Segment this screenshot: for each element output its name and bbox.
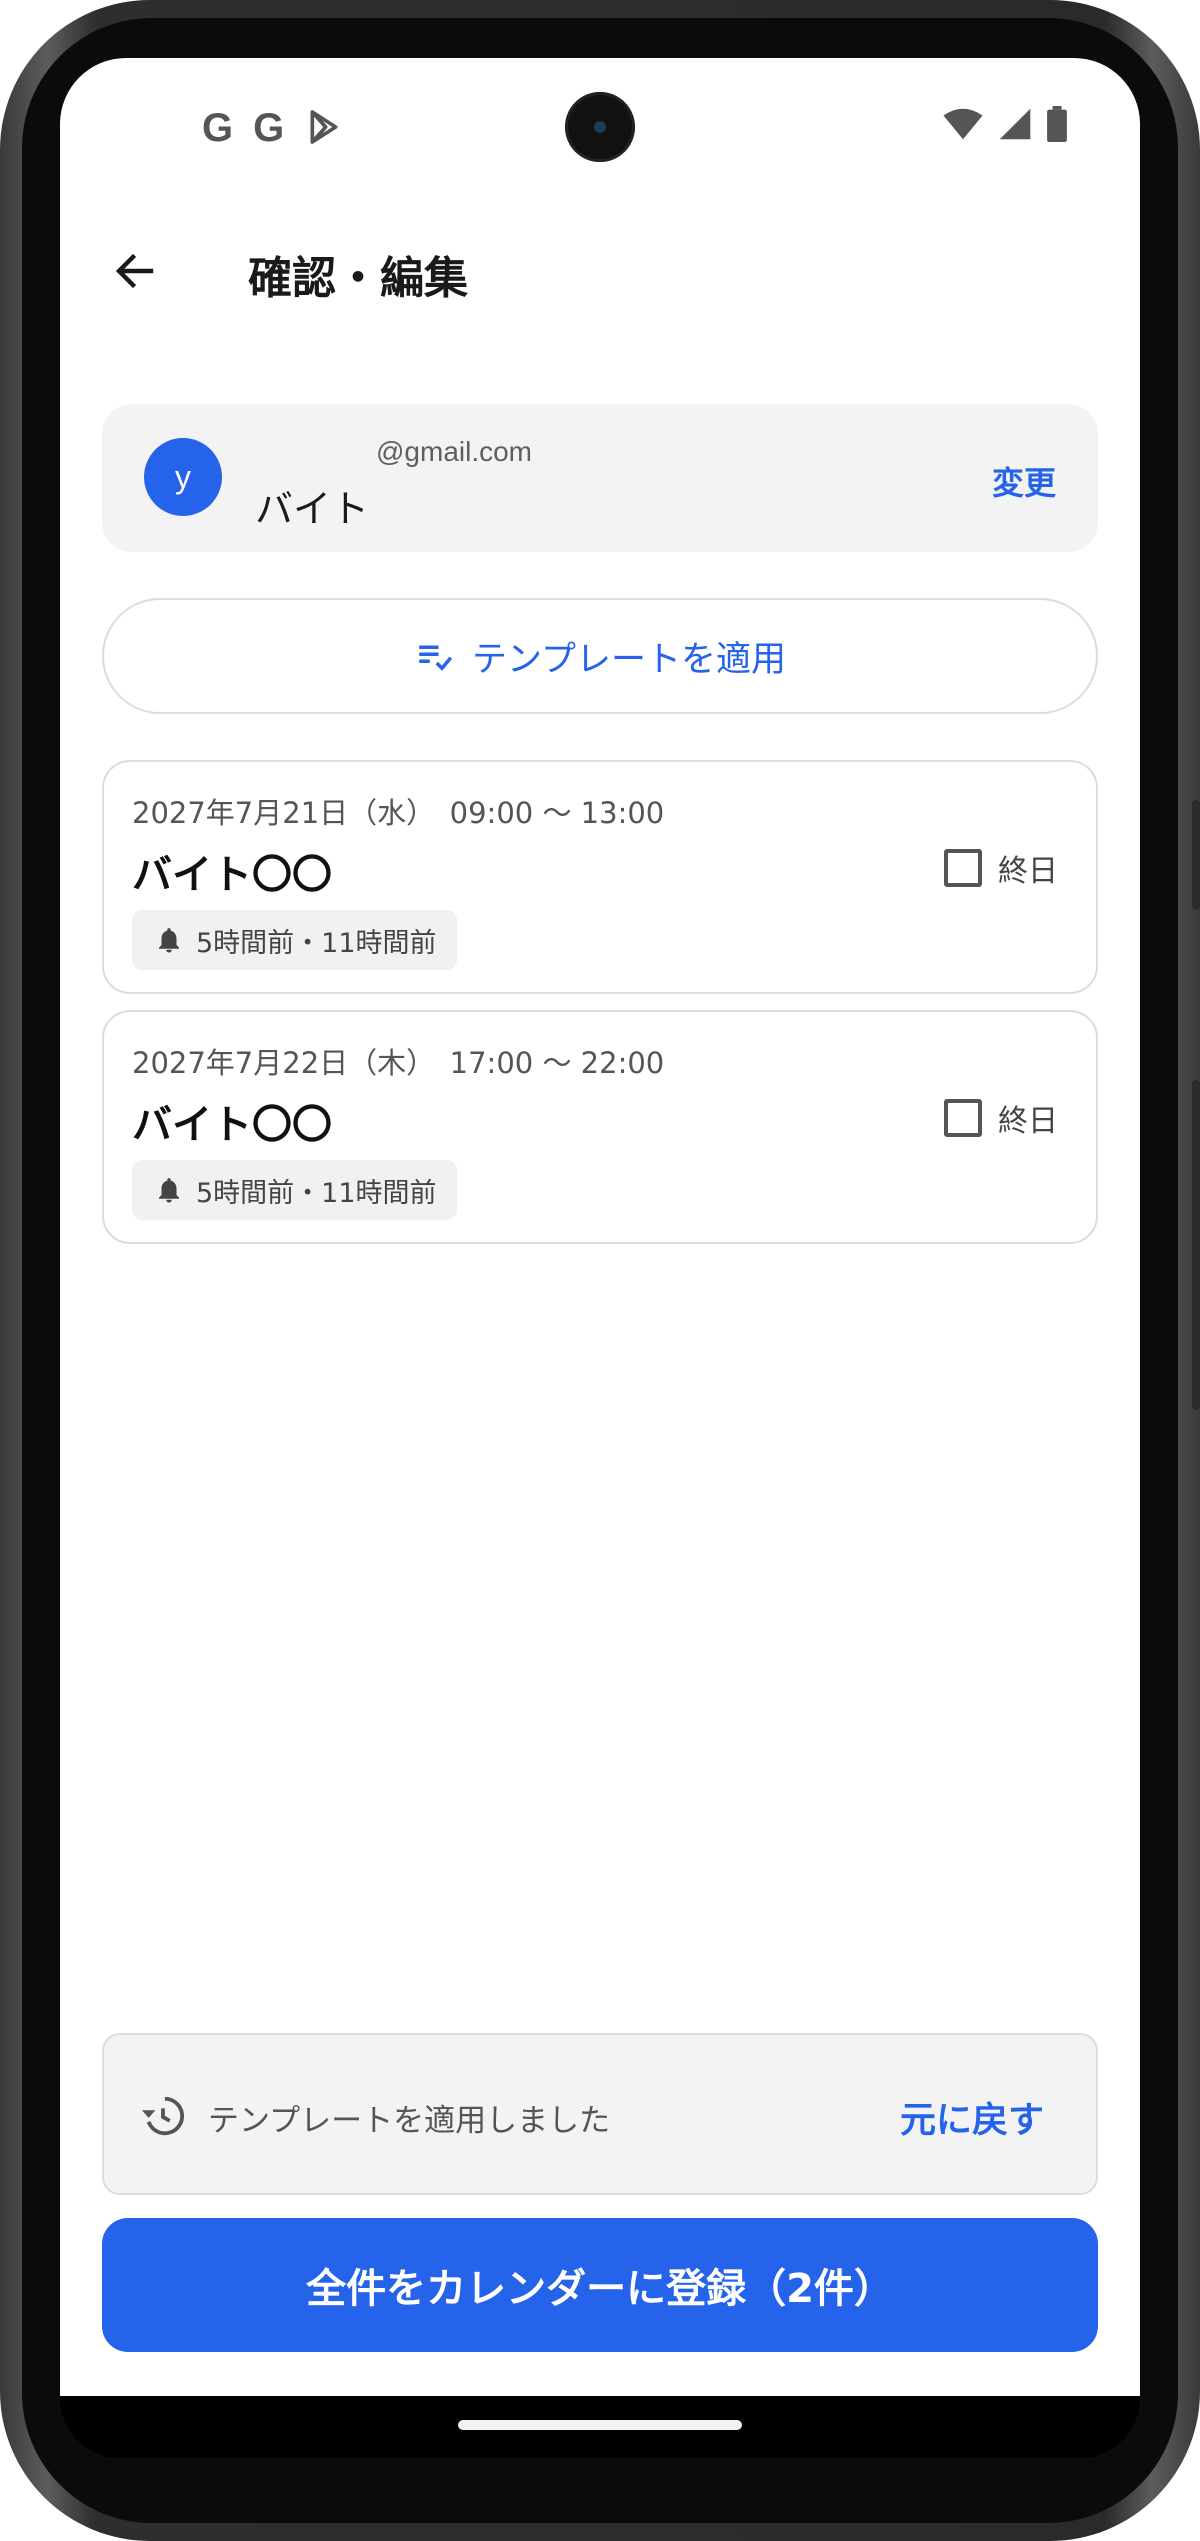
apply-template-button[interactable]: テンプレートを適用 [102,598,1098,714]
screen: G G 確認・編集 y @gmail.com バイト 変更 テンプレートを適用 … [60,58,1140,2396]
status-bar-left: G G [202,106,344,151]
event-datetime[interactable]: 2027年7月22日（木） 17:00 〜 22:00 [132,1040,664,1082]
allday-checkbox[interactable] [944,849,982,887]
history-icon [141,2096,185,2136]
event-card[interactable]: 2027年7月22日（木） 17:00 〜 22:00 バイト〇〇 終日 5時間… [102,1010,1098,1244]
front-camera [565,92,635,162]
home-indicator[interactable] [458,2420,742,2430]
power-button [1192,800,1200,910]
volume-button [1192,1080,1200,1410]
change-account-button[interactable]: 変更 [992,458,1056,504]
undo-button[interactable]: 元に戻す [900,2091,1044,2143]
avatar: y [144,438,222,516]
wifi-icon [942,107,984,145]
reminder-chip[interactable]: 5時間前・11時間前 [132,910,457,970]
calendar-name: バイト [255,487,370,531]
account-email: @gmail.com [376,436,533,467]
allday-label: 終日 [998,1104,1058,1139]
event-datetime[interactable]: 2027年7月21日（水） 09:00 〜 13:00 [132,790,664,832]
snackbar-message: テンプレートを適用しました [208,2103,611,2139]
event-card[interactable]: 2027年7月21日（水） 09:00 〜 13:00 バイト〇〇 終日 5時間… [102,760,1098,994]
play-store-icon [304,107,344,151]
reminder-chip[interactable]: 5時間前・11時間前 [132,1160,457,1220]
signal-icon [998,107,1032,145]
reminder-text: 5時間前・11時間前 [196,1177,437,1209]
back-button[interactable] [100,236,170,306]
allday-toggle[interactable]: 終日 [944,1096,1058,1140]
page-title: 確認・編集 [248,253,468,304]
event-title[interactable]: バイト〇〇 [132,1092,332,1150]
snackbar: テンプレートを適用しました 元に戻す [102,2033,1098,2195]
battery-icon [1046,106,1068,146]
allday-toggle[interactable]: 終日 [944,846,1058,890]
apply-template-label: テンプレートを適用 [472,639,786,680]
account-card: y @gmail.com バイト 変更 [102,404,1098,552]
event-title[interactable]: バイト〇〇 [132,842,332,900]
register-all-button[interactable]: 全件をカレンダーに登録（2件） [102,2218,1098,2352]
bell-icon [159,1178,179,1203]
google-icon: G [202,106,234,150]
google-icon: G [253,106,285,150]
status-bar-right [942,106,1068,146]
reminder-text: 5時間前・11時間前 [196,927,437,959]
bell-icon [159,928,179,953]
allday-label: 終日 [998,854,1058,889]
checklist-icon [419,645,453,671]
arrow-back-icon [115,253,154,289]
allday-checkbox[interactable] [944,1099,982,1137]
